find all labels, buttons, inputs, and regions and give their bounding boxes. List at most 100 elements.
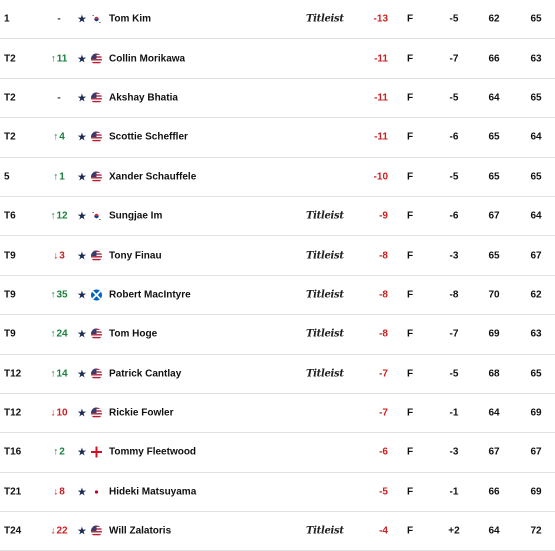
leaderboard-row[interactable]: T2 - ★ Akshay Bhatia -11 F -5 64 65 xyxy=(0,79,555,119)
player-name[interactable]: Tom Kim xyxy=(109,14,151,25)
leaderboard-row[interactable]: T21 ↓8 ★ Hideki Matsuyama -5 F -1 66 69 xyxy=(0,473,555,513)
round-score: -1 xyxy=(449,407,459,419)
round-2-strokes: 72 xyxy=(530,525,542,537)
leaderboard-row[interactable]: T2 ↑4 ★ Scottie Scheffler -11 F -6 65 64 xyxy=(0,118,555,158)
arrow-up-icon: ↑ xyxy=(50,368,56,380)
position: T12 xyxy=(4,407,22,419)
arrow-up-icon: ↑ xyxy=(53,171,59,183)
round-1-strokes: 69 xyxy=(488,328,500,340)
player-name[interactable]: Tom Hoge xyxy=(109,329,157,340)
leaderboard-row[interactable]: T9 ↓3 ★ Tony Finau Titleist -8 F -3 65 6… xyxy=(0,236,555,276)
player-name[interactable]: Sungjae Im xyxy=(109,211,162,222)
round-1-strokes: 67 xyxy=(488,210,500,222)
leaderboard-row[interactable]: T9 ↑24 ★ Tom Hoge Titleist -8 F -7 69 63 xyxy=(0,315,555,355)
round-1-strokes: 64 xyxy=(488,407,500,419)
round-2-strokes: 64 xyxy=(530,210,542,222)
star-icon[interactable]: ★ xyxy=(77,170,87,183)
star-icon[interactable]: ★ xyxy=(77,525,87,538)
player-name[interactable]: Scottie Scheffler xyxy=(109,132,188,143)
position-change: - xyxy=(44,92,74,103)
position-change-value: 1 xyxy=(59,171,65,183)
player-name[interactable]: Xander Schauffele xyxy=(109,171,196,182)
star-icon[interactable]: ★ xyxy=(77,407,87,420)
star-icon[interactable]: ★ xyxy=(77,210,87,223)
round-1-strokes: 62 xyxy=(488,13,500,25)
position: T21 xyxy=(4,486,22,498)
round-2-strokes: 64 xyxy=(530,131,542,143)
player-name[interactable]: Will Zalatoris xyxy=(109,526,171,537)
position-change: ↓3 xyxy=(44,250,74,261)
round-score: +2 xyxy=(448,525,460,537)
round-1-strokes: 68 xyxy=(488,368,500,380)
player-name[interactable]: Tony Finau xyxy=(109,250,162,261)
position: T16 xyxy=(4,446,22,458)
position-change-value: 3 xyxy=(59,250,65,262)
player-name[interactable]: Hideki Matsuyama xyxy=(109,486,196,497)
position-change: ↑14 xyxy=(44,368,74,379)
position-change-value: 12 xyxy=(56,210,68,222)
arrow-up-icon: ↑ xyxy=(53,446,59,458)
round-score: -6 xyxy=(449,210,459,222)
leaderboard-row[interactable]: T2 ↑11 ★ Collin Morikawa -11 F -7 66 63 xyxy=(0,39,555,79)
flag-sco-icon xyxy=(91,289,102,301)
player-name[interactable]: Robert MacIntyre xyxy=(109,289,191,300)
leaderboard-row[interactable]: T12 ↑14 ★ Patrick Cantlay Titleist -7 F … xyxy=(0,355,555,394)
thru: F xyxy=(406,210,414,222)
thru: F xyxy=(406,525,414,537)
flag-usa-icon xyxy=(91,407,102,419)
leaderboard-row[interactable]: T16 ↑2 ★ Tommy Fleetwood -6 F -3 67 67 xyxy=(0,433,555,473)
total-score: -7 xyxy=(379,368,388,380)
round-1-strokes: 66 xyxy=(488,486,500,498)
leaderboard-row[interactable]: T6 ↑12 ★ Sungjae Im Titleist -9 F -6 67 … xyxy=(0,197,555,237)
round-2-strokes: 65 xyxy=(530,368,542,380)
total-score: -6 xyxy=(379,446,388,458)
round-1-strokes: 64 xyxy=(488,92,500,104)
leaderboard-row[interactable]: T12 ↓10 ★ Rickie Fowler -7 F -1 64 69 xyxy=(0,394,555,434)
position: T9 xyxy=(4,250,16,262)
leaderboard-row[interactable]: 5 ↑1 ★ Xander Schauffele -10 F -5 65 65 xyxy=(0,158,555,197)
flag-usa-icon xyxy=(91,368,102,380)
star-icon[interactable]: ★ xyxy=(77,13,87,26)
total-score: -5 xyxy=(379,486,388,498)
round-2-strokes: 69 xyxy=(530,486,542,498)
star-icon[interactable]: ★ xyxy=(77,367,87,380)
position-change-value: 8 xyxy=(59,486,65,498)
star-icon[interactable]: ★ xyxy=(77,249,87,262)
position-change: ↑24 xyxy=(44,329,74,340)
thru: F xyxy=(406,250,414,262)
total-score: -11 xyxy=(374,53,388,65)
star-icon[interactable]: ★ xyxy=(77,485,87,498)
leaderboard-row[interactable]: T9 ↑35 ★ Robert MacIntyre Titleist -8 F … xyxy=(0,276,555,316)
player-name[interactable]: Collin Morikawa xyxy=(109,53,185,64)
star-icon[interactable]: ★ xyxy=(77,288,87,301)
arrow-down-icon: ↓ xyxy=(50,525,56,537)
leaderboard-row[interactable]: T24 ↓22 ★ Will Zalatoris Titleist -4 F +… xyxy=(0,512,555,551)
titleist-logo: Titleist xyxy=(306,210,344,222)
position-change: ↑1 xyxy=(44,171,74,182)
star-icon[interactable]: ★ xyxy=(77,91,87,104)
thru: F xyxy=(406,486,414,498)
star-icon[interactable]: ★ xyxy=(77,131,87,144)
arrow-up-icon: ↑ xyxy=(50,328,56,340)
round-score: -5 xyxy=(449,171,459,183)
titleist-logo: Titleist xyxy=(306,250,344,262)
player-name[interactable]: Tommy Fleetwood xyxy=(109,447,196,458)
thru: F xyxy=(406,407,414,419)
position-change: ↓10 xyxy=(44,408,74,419)
round-2-strokes: 69 xyxy=(530,407,542,419)
titleist-logo: Titleist xyxy=(306,368,344,380)
total-score: -7 xyxy=(379,407,388,419)
player-name[interactable]: Akshay Bhatia xyxy=(109,92,178,103)
star-icon[interactable]: ★ xyxy=(77,328,87,341)
flag-usa-icon xyxy=(91,171,102,183)
position: T24 xyxy=(4,525,22,537)
star-icon[interactable]: ★ xyxy=(77,52,87,65)
arrow-down-icon: ↓ xyxy=(53,486,59,498)
position-change: ↑35 xyxy=(44,289,74,300)
leaderboard-row[interactable]: 1 - ★ Tom Kim Titleist -13 F -5 62 65 xyxy=(0,0,555,40)
round-2-strokes: 63 xyxy=(530,328,542,340)
star-icon[interactable]: ★ xyxy=(77,446,87,459)
player-name[interactable]: Rickie Fowler xyxy=(109,408,173,419)
position: T6 xyxy=(4,210,16,222)
player-name[interactable]: Patrick Cantlay xyxy=(109,368,181,379)
